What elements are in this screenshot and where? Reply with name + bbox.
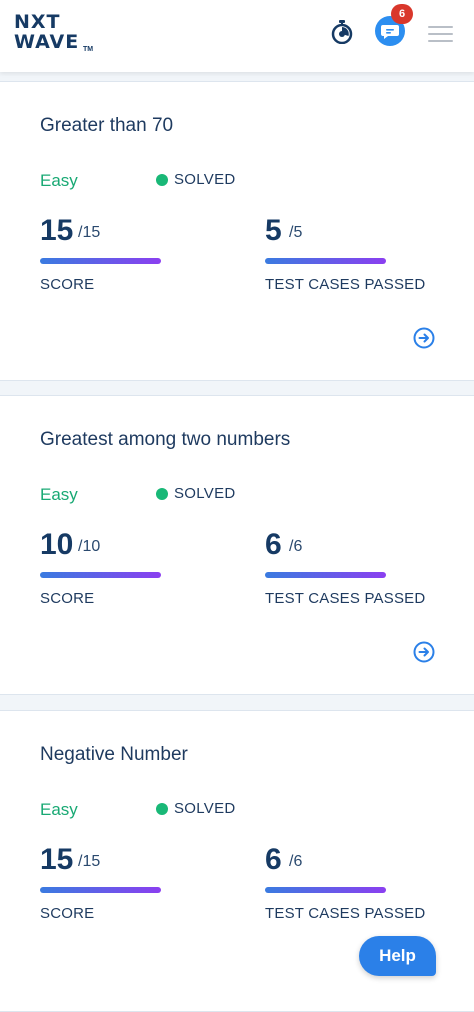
logo-line1: NXT	[14, 11, 61, 33]
score-total: /15	[78, 853, 101, 870]
score-value: 15	[40, 843, 74, 876]
open-problem-arrow-icon[interactable]	[413, 641, 435, 663]
problem-title[interactable]: Greatest among two numbers	[40, 429, 290, 451]
difficulty-label: Easy	[40, 800, 78, 819]
solved-status-dot	[156, 174, 168, 186]
problem-title[interactable]: Greater than 70	[40, 115, 173, 137]
score-progress-bar	[40, 572, 161, 578]
problem-card: Greatest among two numbers Easy SOLVED 1…	[0, 395, 474, 695]
status-label: SOLVED	[174, 800, 236, 817]
test-cases-progress-bar	[265, 572, 386, 578]
top-header: NXT WAVE TM 6	[0, 0, 474, 72]
test-cases-progress-bar	[265, 258, 386, 264]
score-value: 10	[40, 528, 74, 561]
score-progress-bar	[40, 887, 161, 893]
help-button[interactable]: Help	[359, 936, 436, 976]
stopwatch-icon[interactable]	[331, 20, 353, 45]
logo-line2: WAVE	[14, 31, 80, 53]
test-cases-value: 6	[265, 528, 282, 561]
chat-notification-badge: 6	[391, 4, 413, 24]
difficulty-label: Easy	[40, 485, 78, 504]
nxtwave-logo[interactable]: NXT WAVE TM	[14, 12, 104, 56]
hamburger-menu-icon[interactable]	[428, 24, 453, 42]
difficulty-label: Easy	[40, 171, 78, 190]
test-cases-value: 6	[265, 843, 282, 876]
score-label: SCORE	[40, 905, 95, 922]
status-label: SOLVED	[174, 485, 236, 502]
score-total: /15	[78, 224, 101, 241]
score-progress-bar	[40, 258, 161, 264]
status-label: SOLVED	[174, 171, 236, 188]
solved-status-dot	[156, 488, 168, 500]
test-cases-label: TEST CASES PASSED	[265, 276, 426, 293]
test-cases-label: TEST CASES PASSED	[265, 590, 426, 607]
test-cases-progress-bar	[265, 887, 386, 893]
test-cases-total: /6	[289, 538, 303, 555]
test-cases-total: /5	[289, 224, 303, 241]
score-total: /10	[78, 538, 101, 555]
test-cases-total: /6	[289, 853, 303, 870]
test-cases-value: 5	[265, 214, 282, 247]
problem-card: Greater than 70 Easy SOLVED 15 /15 SCORE…	[0, 81, 474, 381]
score-value: 15	[40, 214, 74, 247]
problem-title[interactable]: Negative Number	[40, 744, 188, 766]
score-label: SCORE	[40, 590, 95, 607]
score-label: SCORE	[40, 276, 95, 293]
open-problem-arrow-icon[interactable]	[413, 327, 435, 349]
solved-status-dot	[156, 803, 168, 815]
logo-trademark: TM	[83, 46, 94, 53]
test-cases-label: TEST CASES PASSED	[265, 905, 426, 922]
